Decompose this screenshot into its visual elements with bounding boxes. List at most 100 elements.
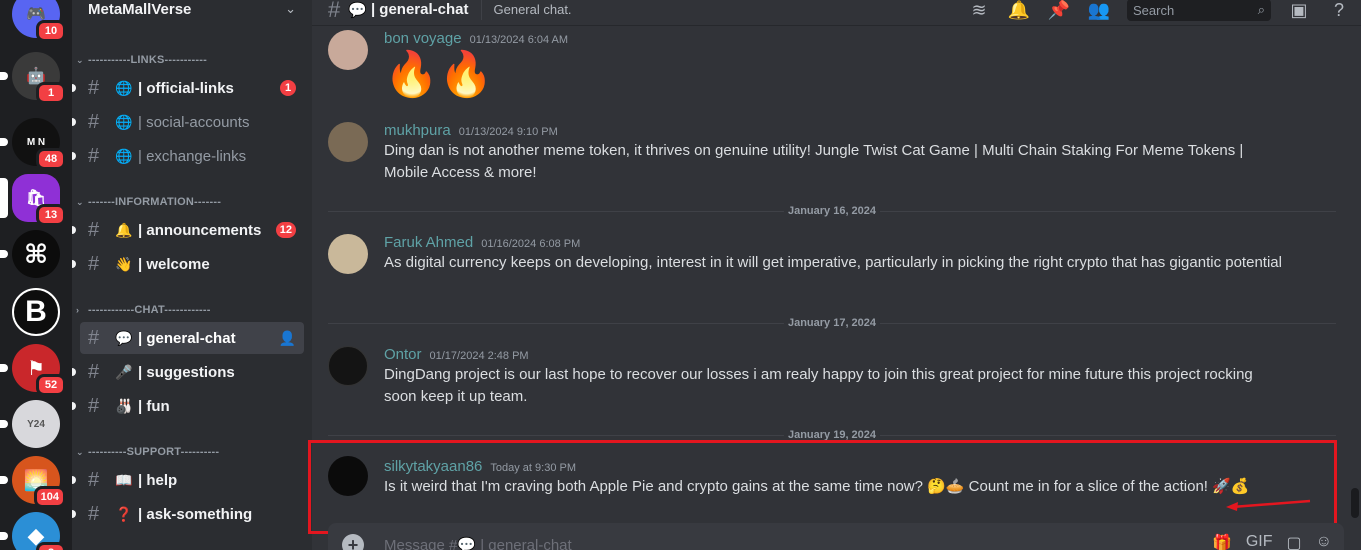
hash-icon: # [88, 252, 100, 275]
unread-indicator [72, 226, 76, 234]
server-icon-active[interactable]: 🛍 13 [0, 174, 66, 226]
author-name[interactable]: mukhpura [384, 122, 451, 139]
search-input[interactable]: Search ⌕ [1127, 0, 1271, 21]
server-icon[interactable]: 🌅 104 [0, 456, 66, 508]
hash-icon: # [88, 360, 100, 383]
channel-suggestions[interactable]: # 🎤 | suggestions [72, 356, 304, 388]
date-divider: January 16, 2024 [328, 205, 1336, 217]
server-icon[interactable]: ◆ 3 [0, 512, 66, 550]
pin-icon[interactable]: 📌 [1047, 0, 1071, 22]
unread-pill [0, 364, 8, 372]
help-icon[interactable]: ? [1327, 0, 1351, 22]
server-glyph: B [25, 295, 47, 328]
channel-name: | official-links [138, 79, 234, 97]
channel-fun[interactable]: # 🎳 | fun [72, 390, 304, 422]
mention-badge: 104 [33, 486, 66, 508]
message-header: mukhpura 01/13/2024 9:10 PM [384, 122, 558, 139]
scrollbar[interactable] [1351, 488, 1359, 518]
unread-indicator [72, 510, 76, 518]
channel-exchange-links[interactable]: # 🌐 | exchange-links [72, 140, 304, 172]
arrow-line [1231, 499, 1311, 509]
author-name[interactable]: bon voyage [384, 30, 462, 47]
message-input[interactable]: Message #💬 | general-chat [384, 536, 572, 550]
unread-pill [0, 420, 8, 428]
server-icon[interactable]: Y24 [0, 400, 60, 448]
chevron-down-icon: ⌄ [76, 54, 84, 65]
date-divider-label: January 17, 2024 [783, 317, 881, 329]
threads-icon[interactable]: ≋ [967, 0, 991, 22]
hash-icon: # [88, 326, 100, 349]
channel-welcome[interactable]: # 👋 | welcome [72, 248, 304, 280]
category-links[interactable]: ⌄ -----------LINKS----------- [72, 54, 312, 66]
avatar[interactable] [328, 122, 368, 162]
unread-indicator [72, 118, 76, 126]
mention-badge: 52 [36, 374, 66, 396]
author-name[interactable]: Ontor [384, 346, 422, 363]
discord-window: 🎮 10 🤖 1 M N 48 🛍 13 ⌘ B ⚑ 52 Y24 🌅 104 … [0, 0, 1361, 550]
bell-icon[interactable]: 🔔 [1007, 0, 1031, 22]
channel-header: # 💬 | general-chat General chat. ≋ 🔔 📌 👥… [312, 0, 1361, 26]
server-glyph: M N [26, 136, 46, 148]
date-divider-label: January 16, 2024 [783, 205, 881, 217]
gif-icon[interactable]: GIF [1246, 533, 1273, 550]
channel-official-links[interactable]: # 🌐 | official-links 1 [72, 72, 304, 104]
book-icon: 📖 [115, 471, 133, 488]
inbox-icon[interactable]: ▣ [1287, 0, 1311, 22]
server-icon[interactable]: B [12, 288, 60, 336]
message-text: DingDang project is our last hope to rec… [384, 366, 1253, 405]
question-icon: ❓ [115, 505, 133, 522]
channel-announcements[interactable]: # 🔔 | announcements 12 [72, 214, 304, 246]
channel-name: | fun [138, 397, 170, 415]
avatar[interactable] [328, 346, 368, 386]
message-header: Ontor 01/17/2024 2:48 PM [384, 346, 529, 363]
channel-topic[interactable]: General chat. [494, 2, 572, 17]
server-icon[interactable]: ⚑ 52 [0, 344, 66, 396]
unread-indicator [72, 152, 76, 160]
channel-name: | general-chat [138, 329, 236, 347]
sticker-icon[interactable]: ▢ [1287, 533, 1302, 550]
message-composer[interactable]: + Message #💬 | general-chat 🎁 GIF ▢ ☺ [328, 523, 1344, 550]
hash-icon: # [328, 0, 341, 22]
avatar[interactable] [328, 30, 368, 70]
search-icon: ⌕ [1257, 2, 1265, 17]
member-list-icon[interactable]: 👥 [1087, 0, 1111, 22]
mention-count: 12 [275, 222, 296, 238]
channel-ask-something[interactable]: # ❓ | ask-something [72, 498, 304, 530]
server-icon[interactable]: ⌘ [0, 230, 60, 278]
add-member-icon[interactable]: 👤 [279, 330, 296, 347]
gift-icon[interactable]: 🎁 [1212, 533, 1232, 550]
channel-name: | announcements [138, 221, 262, 239]
date-divider: January 19, 2024 [328, 429, 1336, 441]
message[interactable]: mukhpura 01/13/2024 9:10 PM Ding dan is … [312, 118, 1352, 188]
plus-icon[interactable]: + [342, 534, 364, 550]
category-support[interactable]: ⌄ ----------SUPPORT---------- [72, 446, 312, 458]
category-label: -----------LINKS----------- [88, 54, 207, 66]
message[interactable]: Faruk Ahmed 01/16/2024 6:08 PM As digita… [312, 230, 1352, 300]
emoji-icon[interactable]: ☺ [1316, 533, 1332, 550]
channel-general-chat[interactable]: # 💬 | general-chat 👤 [80, 322, 304, 354]
timestamp: 01/17/2024 2:48 PM [429, 350, 529, 362]
timestamp: 01/13/2024 6:04 AM [469, 34, 569, 46]
category-information[interactable]: ⌄ -------INFORMATION------- [72, 196, 312, 208]
channel-name: | social-accounts [138, 113, 250, 131]
unread-indicator [72, 402, 76, 410]
server-icon[interactable]: 🤖 1 [0, 52, 66, 104]
channel-help[interactable]: # 📖 | help [72, 464, 304, 496]
mention-badge: 10 [36, 20, 66, 42]
guild-header[interactable]: MetaMallVerse ⌄ [72, 0, 312, 24]
hash-icon: # [88, 218, 100, 241]
message[interactable]: Ontor 01/17/2024 2:48 PM DingDang projec… [312, 342, 1352, 412]
message[interactable]: bon voyage 01/13/2024 6:04 AM 🔥🔥 [312, 26, 1352, 106]
chevron-down-icon: ⌄ [285, 1, 296, 16]
channel-social-accounts[interactable]: # 🌐 | social-accounts [72, 106, 304, 138]
category-chat[interactable]: › ------------CHAT------------ [72, 304, 312, 316]
channel-title: | general-chat [370, 1, 469, 18]
channel-name: | suggestions [138, 363, 235, 381]
message-header: Faruk Ahmed 01/16/2024 6:08 PM [384, 234, 580, 251]
channel-name: | ask-something [138, 505, 253, 523]
server-icon[interactable]: M N 48 [0, 118, 66, 170]
author-name[interactable]: Faruk Ahmed [384, 234, 473, 251]
hash-icon: # [88, 110, 100, 133]
discord-home-icon[interactable]: 🎮 10 [12, 0, 66, 42]
avatar[interactable] [328, 234, 368, 274]
